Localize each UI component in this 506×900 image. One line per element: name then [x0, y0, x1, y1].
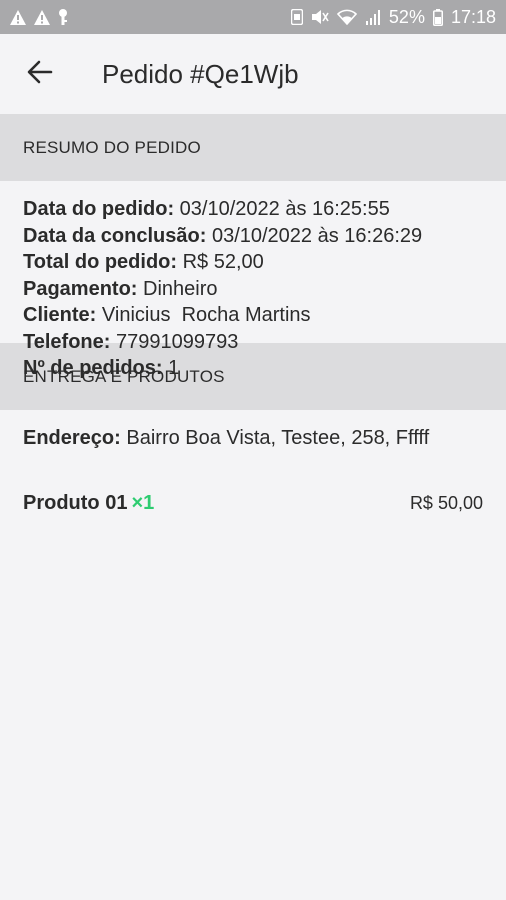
summary-row-completion-date: Data da conclusão: 03/10/2022 às 16:26:2…	[23, 223, 483, 250]
key-icon	[58, 9, 68, 25]
warning-icon	[34, 9, 50, 25]
battery-icon	[432, 8, 443, 26]
product-price: R$ 50,00	[409, 493, 483, 513]
summary-value: Dinheiro	[143, 277, 218, 300]
mute-icon	[311, 9, 329, 25]
warning-icon	[10, 9, 26, 25]
product-quantity: ×1	[131, 492, 155, 514]
order-summary: Data do pedido: 03/10/2022 às 16:25:55 D…	[0, 181, 506, 379]
summary-label: Pagamento:	[23, 277, 138, 300]
summary-row-total: Total do pedido: R$ 52,00	[23, 249, 483, 276]
summary-label: Cliente:	[23, 304, 97, 326]
summary-value: 03/10/2022 às 16:26:29	[211, 224, 423, 247]
product-row: Produto 01 ×1 R$ 50,00	[0, 492, 506, 515]
summary-label: Data do pedido:	[23, 198, 175, 220]
status-bar: 52% 17:18	[0, 0, 506, 34]
delivery-address: Endereço: Bairro Boa Vista, Testee, 258,…	[23, 425, 483, 451]
section-header-summary: RESUMO DO PEDIDO	[0, 114, 506, 181]
summary-label: Telefone:	[23, 330, 111, 353]
wifi-icon	[336, 9, 357, 25]
summary-value: R$ 52,00	[182, 251, 264, 273]
battery-percent: 52%	[388, 6, 425, 27]
delivery-section: Endereço: Bairro Boa Vista, Testee, 258,…	[0, 410, 506, 451]
address-label: Endereço:	[23, 427, 121, 449]
page-title: Pedido #Qe1Wjb	[102, 58, 299, 89]
summary-label: Total do pedido:	[23, 251, 178, 273]
app-bar: Pedido #Qe1Wjb	[0, 34, 506, 114]
clock: 17:18	[450, 6, 496, 27]
summary-row-client: Cliente: Vinicius Rocha Martins	[23, 302, 483, 329]
summary-row-payment: Pagamento: Dinheiro	[23, 276, 483, 303]
address-value: Bairro Boa Vista, Testee, 258, Fffff	[126, 427, 430, 449]
back-button[interactable]	[0, 34, 80, 114]
screenshot-icon	[290, 9, 303, 25]
arrow-left-icon	[27, 60, 53, 89]
summary-value: Vinicius Rocha Martins	[101, 304, 311, 326]
summary-row-order-date: Data do pedido: 03/10/2022 às 16:25:55	[23, 196, 483, 223]
product-info: Produto 01 ×1	[23, 492, 154, 515]
summary-value: 03/10/2022 às 16:25:55	[179, 198, 390, 220]
summary-label: Data da conclusão:	[23, 224, 207, 247]
product-name: Produto 01	[23, 492, 128, 514]
summary-value: 77991099793	[115, 330, 239, 353]
signal-icon	[365, 9, 381, 25]
